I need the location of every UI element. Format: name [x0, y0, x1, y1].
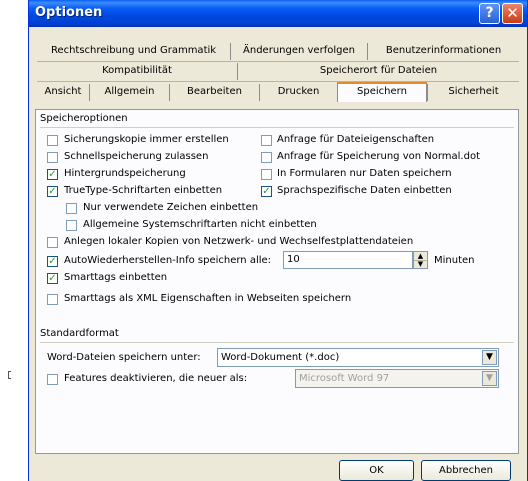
tab-spelling-grammar[interactable]: Rechtschreibung und Grammatik	[37, 43, 230, 60]
tab-row-1: Rechtschreibung und Grammatik Änderungen…	[37, 43, 519, 60]
tab-track-changes[interactable]: Änderungen verfolgen	[230, 43, 367, 60]
label-no-system-fonts: Allgemeine Systemschriftarten nicht einb…	[83, 219, 317, 230]
save-tab-panel: Speicheroptionen Sicherungskopie immer e…	[35, 109, 519, 454]
word-version-value: Microsoft Word 97	[299, 373, 390, 384]
word-version-select[interactable]: Microsoft Word 97 ▼	[295, 369, 499, 388]
ok-button[interactable]: OK	[339, 460, 414, 481]
checkbox-local-copies[interactable]	[47, 237, 58, 248]
options-dialog: Optionen ? ✕ Rechtschreibung und Grammat…	[28, 0, 528, 481]
tab-user-information[interactable]: Benutzerinformationen	[367, 43, 519, 60]
tab-view[interactable]: Ansicht	[37, 84, 89, 101]
tab-edit[interactable]: Bearbeiten	[169, 84, 259, 101]
checkbox-fast-save[interactable]	[47, 152, 58, 163]
close-button[interactable]: ✕	[502, 3, 523, 24]
checkbox-embed-truetype[interactable]: ✓	[47, 186, 58, 197]
checkbox-language-data[interactable]: ✓	[261, 186, 272, 197]
tab-row-2: Kompatibilität Speicherort für Dateien	[37, 63, 519, 80]
tab-print[interactable]: Drucken	[259, 84, 337, 101]
cancel-button[interactable]: Abbrechen	[421, 460, 511, 481]
checkbox-smarttags[interactable]: ✓	[47, 273, 58, 284]
label-minutes: Minuten	[434, 255, 475, 266]
standard-format-group-label: Standardformat	[40, 328, 119, 339]
label-smarttags-xml: Smarttags als XML Eigenschaften in Webse…	[64, 293, 352, 304]
tab-row-3: Ansicht Allgemein Bearbeiten Drucken Spe…	[37, 82, 519, 102]
checkbox-smarttags-xml[interactable]	[47, 294, 58, 305]
label-embed-truetype: TrueType-Schriftarten einbetten	[64, 185, 223, 196]
checkbox-no-system-fonts[interactable]	[66, 220, 77, 231]
chevron-down-icon[interactable]: ▼	[482, 350, 497, 365]
label-prompt-normal: Anfrage für Speicherung von Normal.dot	[277, 151, 480, 162]
tab-row-separator	[37, 81, 519, 82]
tab-row-separator	[37, 61, 519, 62]
help-button[interactable]: ?	[479, 3, 500, 24]
save-format-value: Word-Dokument (*.doc)	[221, 352, 340, 363]
label-language-data: Sprachspezifische Daten einbetten	[277, 185, 452, 196]
dialog-title: Optionen	[35, 5, 103, 20]
group-separator	[40, 342, 514, 343]
title-bar[interactable]: Optionen ? ✕	[29, 0, 527, 27]
checkbox-backup-copy[interactable]	[47, 135, 58, 146]
label-backup-copy: Sicherungskopie immer erstellen	[64, 134, 229, 145]
background-edge-mark	[8, 371, 11, 379]
tab-general[interactable]: Allgemein	[89, 84, 169, 101]
tab-compatibility[interactable]: Kompatibilität	[37, 63, 237, 80]
label-background-save: Hintergrundspeicherung	[64, 168, 186, 179]
checkbox-prompt-normal[interactable]	[261, 152, 272, 163]
spin-down-icon[interactable]: ▼	[414, 260, 427, 268]
label-save-word-files-as: Word-Dateien speichern unter:	[47, 352, 201, 363]
label-prompt-properties: Anfrage für Dateieigenschaften	[277, 134, 435, 145]
checkbox-background-save[interactable]: ✓	[47, 169, 58, 180]
chevron-down-icon[interactable]: ▼	[482, 371, 497, 386]
save-options-group-label: Speicheroptionen	[40, 113, 128, 124]
tab-security[interactable]: Sicherheit	[427, 84, 519, 101]
autorecover-spinner[interactable]: ▲ ▼	[413, 251, 428, 269]
checkbox-disable-features[interactable]	[47, 374, 58, 385]
checkbox-used-chars-only[interactable]	[66, 203, 77, 214]
group-separator	[40, 127, 514, 128]
checkbox-forms-data-only[interactable]	[261, 169, 272, 180]
checkbox-autorecover[interactable]: ✓	[47, 256, 58, 267]
tab-file-locations[interactable]: Speicherort für Dateien	[237, 63, 519, 80]
tab-save[interactable]: Speichern	[337, 82, 427, 102]
label-smarttags: Smarttags einbetten	[64, 272, 168, 283]
label-fast-save: Schnellspeicherung zulassen	[64, 151, 209, 162]
label-forms-data-only: In Formularen nur Daten speichern	[277, 168, 452, 179]
label-autorecover: AutoWiederherstellen-Info speichern alle…	[64, 255, 272, 266]
label-disable-features: Features deaktivieren, die neuer als:	[64, 373, 248, 384]
checkbox-prompt-properties[interactable]	[261, 135, 272, 146]
save-format-select[interactable]: Word-Dokument (*.doc) ▼	[217, 348, 499, 367]
label-used-chars-only: Nur verwendete Zeichen einbetten	[83, 202, 259, 213]
autorecover-minutes-input[interactable]: 10	[283, 251, 413, 269]
label-local-copies: Anlegen lokaler Kopien von Netzwerk- und…	[64, 236, 414, 247]
